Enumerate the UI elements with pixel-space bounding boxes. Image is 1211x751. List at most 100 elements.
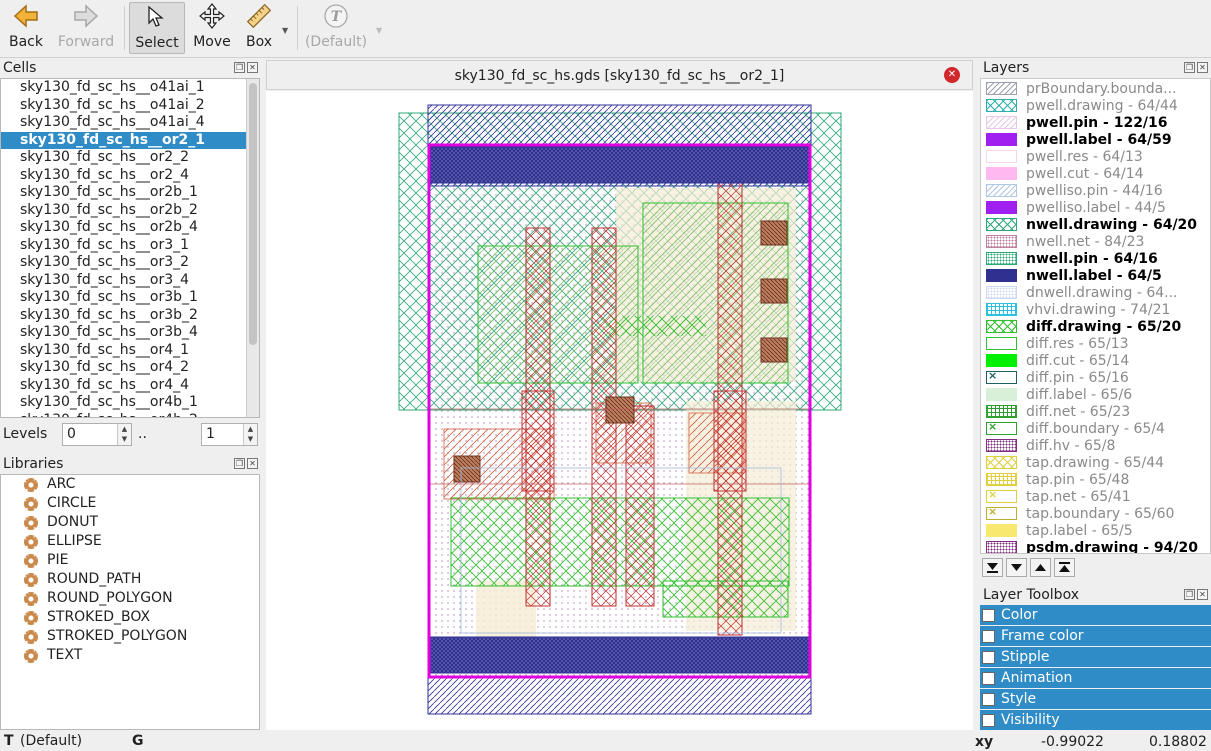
layer-item[interactable]: dnwell.drawing - 64... (981, 284, 1210, 301)
cell-item[interactable]: sky130_fd_sc_hs__or2b_2 (1, 202, 259, 220)
move-to-bottom-button[interactable] (982, 558, 1003, 577)
text-mode-button[interactable]: T (Default) (302, 2, 370, 54)
toolbox-section-stipple[interactable]: Stipple (980, 647, 1211, 667)
cell-item[interactable]: sky130_fd_sc_hs__or3_4 (1, 272, 259, 290)
move-down-button[interactable] (1006, 558, 1027, 577)
move-up-button[interactable] (1030, 558, 1051, 577)
cell-item[interactable]: sky130_fd_sc_hs__or3b_2 (1, 307, 259, 325)
layer-item[interactable]: tap.label - 65/5 (981, 522, 1210, 539)
cell-item[interactable]: sky130_fd_sc_hs__or3_1 (1, 237, 259, 255)
layer-item[interactable]: pwell.pin - 122/16 (981, 114, 1210, 131)
layer-item[interactable]: diff.label - 65/6 (981, 386, 1210, 403)
layer-item[interactable]: tap.pin - 65/48 (981, 471, 1210, 488)
float-icon[interactable]: ❐ (1184, 589, 1195, 600)
cell-item[interactable]: sky130_fd_sc_hs__or2b_4 (1, 219, 259, 237)
cell-item[interactable]: sky130_fd_sc_hs__or4_4 (1, 377, 259, 395)
float-icon[interactable]: ❐ (1184, 62, 1195, 73)
cell-item[interactable]: sky130_fd_sc_hs__or2_1 (1, 131, 259, 149)
layer-item[interactable]: × diff.pin - 65/16 (981, 369, 1210, 386)
text-mode-dropdown-arrow-icon[interactable]: ▼ (376, 26, 382, 35)
library-item[interactable]: DONUT (1, 513, 259, 532)
layer-item[interactable]: pwell.drawing - 64/44 (981, 97, 1210, 114)
select-button[interactable]: Select (129, 2, 185, 54)
layer-item[interactable]: nwell.net - 84/23 (981, 233, 1210, 250)
box-button[interactable]: Box (240, 2, 278, 54)
layer-item[interactable]: psdm.drawing - 94/20 (981, 539, 1210, 553)
float-icon[interactable]: ❐ (234, 62, 245, 73)
layer-item[interactable]: pwell.label - 64/59 (981, 131, 1210, 148)
layer-item[interactable]: diff.hv - 65/8 (981, 437, 1210, 454)
cells-scrollbar[interactable] (246, 79, 259, 417)
library-item[interactable]: ARC (1, 475, 259, 494)
checkbox-icon[interactable] (982, 608, 995, 622)
cell-item[interactable]: sky130_fd_sc_hs__or4b_1 (1, 394, 259, 412)
layer-item[interactable]: × tap.boundary - 65/60 (981, 505, 1210, 522)
cells-scrollbar-thumb[interactable] (249, 83, 257, 345)
box-dropdown-arrow-icon[interactable]: ▼ (282, 26, 288, 35)
library-item[interactable]: ROUND_POLYGON (1, 589, 259, 608)
cell-item[interactable]: sky130_fd_sc_hs__or2_4 (1, 167, 259, 185)
layer-item[interactable]: diff.cut - 65/14 (981, 352, 1210, 369)
close-icon[interactable]: ✕ (247, 62, 258, 73)
checkbox-icon[interactable] (982, 692, 995, 706)
close-tab-icon[interactable]: ✕ (944, 67, 960, 83)
layer-item[interactable]: diff.net - 65/23 (981, 403, 1210, 420)
layout-canvas[interactable] (266, 91, 973, 730)
layer-item[interactable]: nwell.drawing - 64/20 (981, 216, 1210, 233)
layer-item[interactable]: × tap.net - 65/41 (981, 488, 1210, 505)
spin-arrows-icon[interactable]: ▲ ▼ (117, 424, 131, 445)
library-item[interactable]: CIRCLE (1, 494, 259, 513)
toolbox-section-animation[interactable]: Animation (980, 668, 1211, 688)
levels-from-spinbox[interactable]: 0 ▲ ▼ (62, 423, 132, 446)
library-item[interactable]: TEXT (1, 646, 259, 665)
close-icon[interactable]: ✕ (1197, 589, 1208, 600)
cell-item[interactable]: sky130_fd_sc_hs__or3b_1 (1, 289, 259, 307)
layer-item[interactable]: pwelliso.label - 44/5 (981, 199, 1210, 216)
layer-item[interactable]: tap.drawing - 65/44 (981, 454, 1210, 471)
layer-item[interactable]: × diff.boundary - 65/4 (981, 420, 1210, 437)
checkbox-icon[interactable] (982, 671, 995, 685)
layer-item[interactable]: pwell.res - 64/13 (981, 148, 1210, 165)
cell-item[interactable]: sky130_fd_sc_hs__o41ai_4 (1, 114, 259, 132)
checkbox-icon[interactable] (982, 713, 995, 727)
close-icon[interactable]: ✕ (1197, 62, 1208, 73)
toolbox-section-color[interactable]: Color (980, 605, 1211, 625)
cell-item[interactable]: sky130_fd_sc_hs__or3_2 (1, 254, 259, 272)
move-to-top-button[interactable] (1054, 558, 1075, 577)
move-button[interactable]: Move (190, 2, 234, 54)
library-item[interactable]: STROKED_POLYGON (1, 627, 259, 646)
cell-item[interactable]: sky130_fd_sc_hs__or4_1 (1, 342, 259, 360)
layer-item[interactable]: prBoundary.bounda... (981, 80, 1210, 97)
library-item[interactable]: ELLIPSE (1, 532, 259, 551)
layer-item[interactable]: diff.drawing - 65/20 (981, 318, 1210, 335)
checkbox-icon[interactable] (982, 629, 995, 643)
float-icon[interactable]: ❐ (234, 458, 245, 469)
cell-item[interactable]: sky130_fd_sc_hs__or4b_2 (1, 412, 259, 418)
layer-item[interactable]: diff.res - 65/13 (981, 335, 1210, 352)
toolbox-section-style[interactable]: Style (980, 689, 1211, 709)
cell-item[interactable]: sky130_fd_sc_hs__o41ai_2 (1, 97, 259, 115)
layer-item[interactable]: pwell.cut - 64/14 (981, 165, 1210, 182)
library-item[interactable]: STROKED_BOX (1, 608, 259, 627)
cell-item[interactable]: sky130_fd_sc_hs__o41ai_1 (1, 79, 259, 97)
close-icon[interactable]: ✕ (247, 458, 258, 469)
cell-item[interactable]: sky130_fd_sc_hs__or2_2 (1, 149, 259, 167)
back-button[interactable]: Back (4, 2, 48, 54)
toolbox-section-visibility[interactable]: Visibility (980, 710, 1211, 730)
library-item[interactable]: PIE (1, 551, 259, 570)
layer-item[interactable]: pwelliso.pin - 44/16 (981, 182, 1210, 199)
forward-button[interactable]: Forward (54, 2, 118, 54)
toolbox-section-frame-color[interactable]: Frame color (980, 626, 1211, 646)
spin-arrows-icon[interactable]: ▲ ▼ (243, 424, 257, 445)
library-item[interactable]: ROUND_PATH (1, 570, 259, 589)
levels-to-spinbox[interactable]: 1 ▲ ▼ (201, 423, 258, 446)
cell-item[interactable]: sky130_fd_sc_hs__or2b_1 (1, 184, 259, 202)
gear-icon (24, 496, 38, 511)
checkbox-icon[interactable] (982, 650, 995, 664)
cell-item[interactable]: sky130_fd_sc_hs__or3b_4 (1, 324, 259, 342)
layer-swatch-icon (986, 167, 1017, 180)
layer-item[interactable]: vhvi.drawing - 74/21 (981, 301, 1210, 318)
cell-item[interactable]: sky130_fd_sc_hs__or4_2 (1, 359, 259, 377)
layer-item[interactable]: nwell.label - 64/5 (981, 267, 1210, 284)
layer-item[interactable]: nwell.pin - 64/16 (981, 250, 1210, 267)
